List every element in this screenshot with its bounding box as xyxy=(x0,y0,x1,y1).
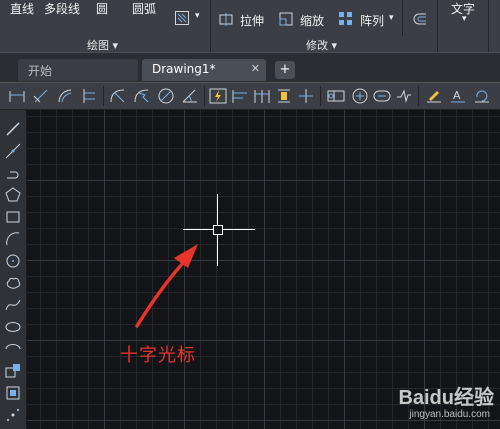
crosshair-annotation-label: 十字光标 xyxy=(120,345,196,366)
annotation-arrow xyxy=(135,244,198,328)
annotation-arrow-shaft xyxy=(135,261,185,328)
watermark-url: jingyan.baidu.com xyxy=(409,409,490,420)
watermark-logo: Baidu经验 xyxy=(398,387,494,409)
baidu-jingyan-watermark: Baidu经验 jingyan.baidu.com xyxy=(364,381,494,425)
annotation-arrow-head xyxy=(174,244,198,268)
